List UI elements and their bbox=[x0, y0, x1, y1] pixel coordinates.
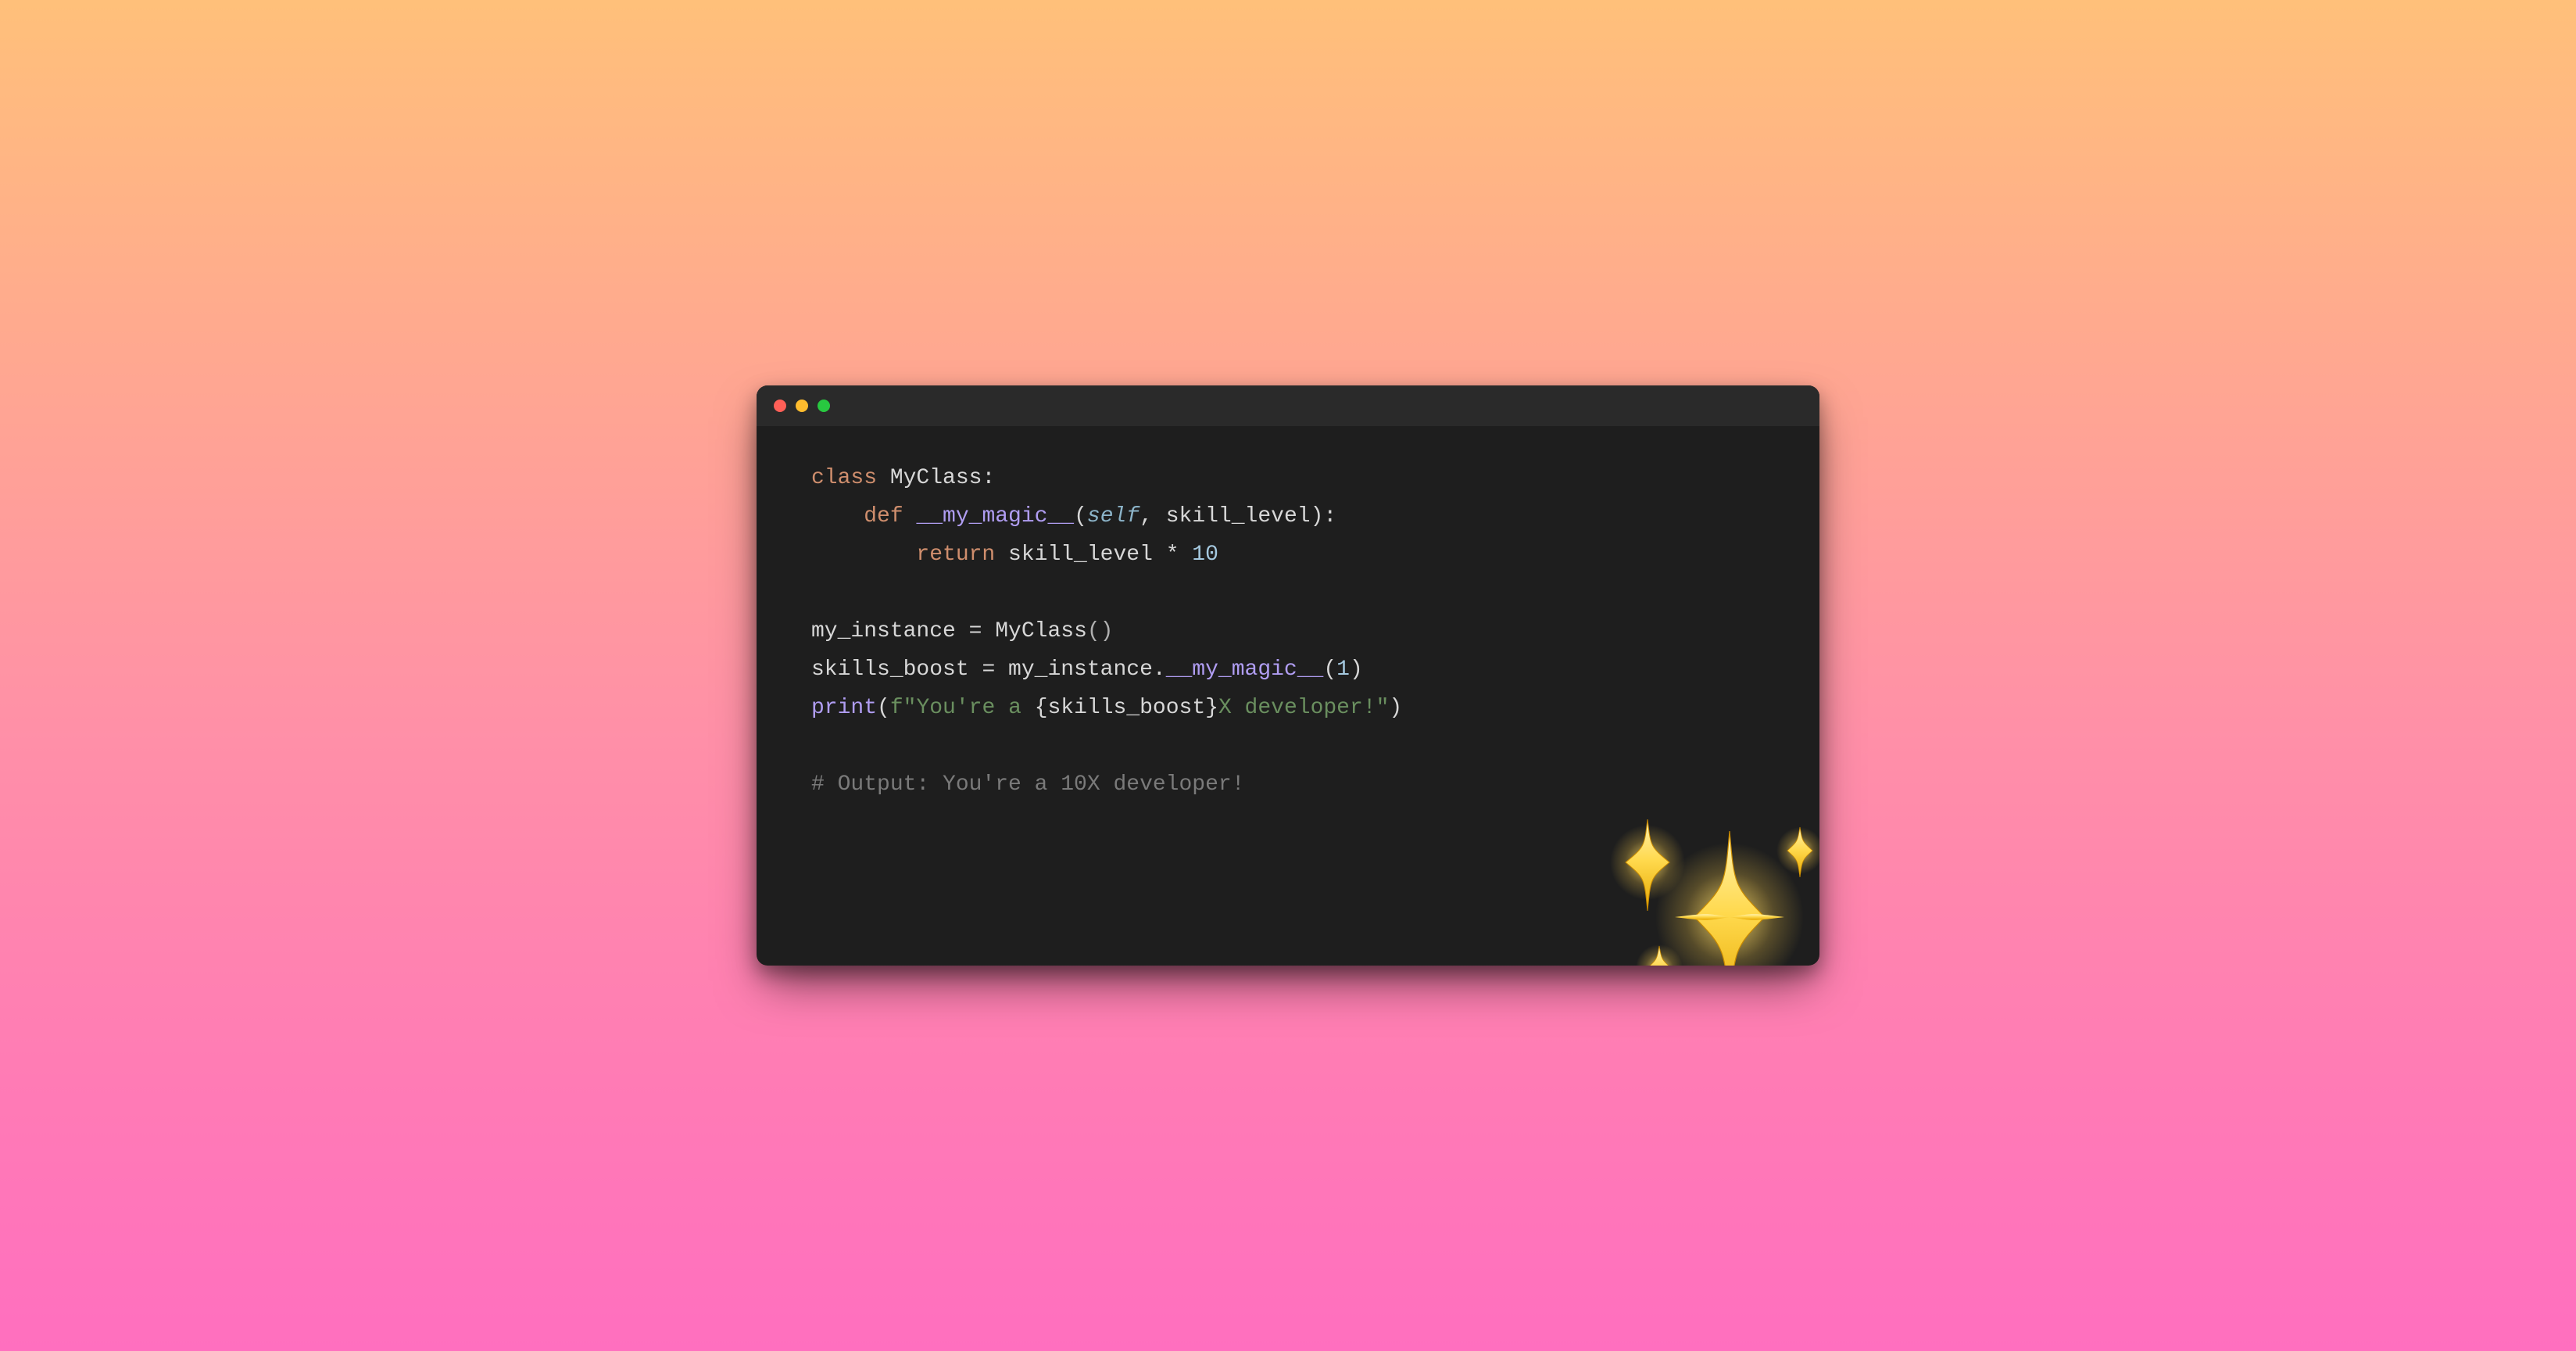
punct: ( bbox=[877, 696, 890, 720]
fstring-prefix: f bbox=[890, 696, 903, 720]
punct: ): bbox=[1311, 504, 1337, 529]
interp-ident: skills_boost bbox=[1048, 696, 1206, 720]
param-self: self bbox=[1087, 504, 1140, 529]
interp-open: { bbox=[1035, 696, 1048, 720]
call-expr: () bbox=[1087, 619, 1114, 643]
code-snippet: class MyClass: def __my_magic__(self, sk… bbox=[757, 426, 1819, 966]
string-body: You're a bbox=[916, 696, 1034, 720]
operator: = bbox=[982, 658, 1008, 682]
func-name: __my_magic__ bbox=[916, 504, 1074, 529]
identifier: skills_boost bbox=[811, 658, 982, 682]
number-literal: 10 bbox=[1192, 543, 1218, 567]
operator: = bbox=[969, 619, 996, 643]
identifier: my_instance bbox=[811, 619, 969, 643]
punct: ) bbox=[1389, 696, 1402, 720]
class-name: MyClass bbox=[890, 466, 982, 490]
punct: ( bbox=[1323, 658, 1336, 682]
comment-output: # Output: You're a 10X developer! bbox=[811, 772, 1245, 797]
window-close-button[interactable] bbox=[774, 400, 786, 412]
punct: , bbox=[1140, 504, 1166, 529]
indent bbox=[811, 543, 916, 567]
keyword-def: def bbox=[864, 504, 916, 529]
param: skill_level bbox=[1166, 504, 1311, 529]
punct: ) bbox=[1350, 658, 1363, 682]
punct: : bbox=[982, 466, 995, 490]
func-print: print bbox=[811, 696, 877, 720]
keyword-class: class bbox=[811, 466, 890, 490]
window-titlebar bbox=[757, 385, 1819, 426]
window-zoom-button[interactable] bbox=[818, 400, 830, 412]
indent bbox=[811, 504, 864, 529]
window-minimize-button[interactable] bbox=[796, 400, 808, 412]
punct: ( bbox=[1074, 504, 1087, 529]
number-literal: 1 bbox=[1336, 658, 1350, 682]
identifier: skill_level bbox=[1008, 543, 1166, 567]
keyword-return: return bbox=[916, 543, 1008, 567]
string-close: " bbox=[1376, 696, 1390, 720]
operator: * bbox=[1166, 543, 1193, 567]
interp-close: } bbox=[1205, 696, 1218, 720]
code-window: class MyClass: def __my_magic__(self, sk… bbox=[757, 385, 1819, 966]
class-name: MyClass bbox=[995, 619, 1087, 643]
string-body: X developer! bbox=[1218, 696, 1376, 720]
method-name: __my_magic__ bbox=[1166, 658, 1324, 682]
identifier: my_instance bbox=[1008, 658, 1153, 682]
punct: . bbox=[1153, 658, 1166, 682]
sparkles-icon bbox=[1593, 708, 1819, 942]
string-open: " bbox=[903, 696, 917, 720]
